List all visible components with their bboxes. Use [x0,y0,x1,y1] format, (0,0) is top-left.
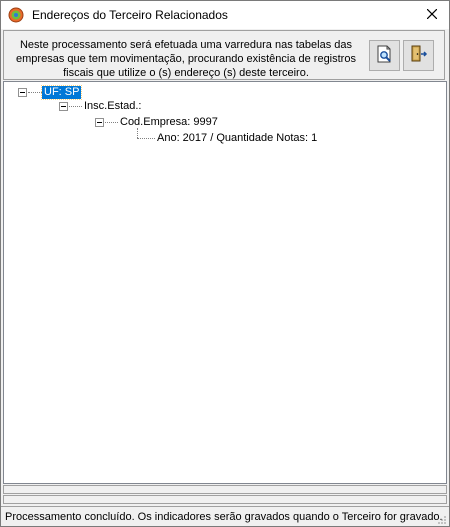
info-message: Neste processamento será efetuada uma va… [16,39,356,79]
tree-level1-expander[interactable] [59,102,68,111]
dialog-window: Endereços do Terceiro Relacionados Neste… [0,0,450,527]
tree-node-insc-estad[interactable]: Insc.Estad.: [82,100,143,113]
tree-root-expander[interactable] [18,88,27,97]
search-document-button[interactable] [369,40,400,71]
tree-node-ano[interactable]: Ano: 2017 / Quantidade Notas: 1 [155,132,319,145]
tree-level2-expander[interactable] [95,118,104,127]
title-bar[interactable]: Endereços do Terceiro Relacionados [1,1,449,29]
status-bar: Processamento concluído. Os indicadores … [1,506,449,526]
exit-door-icon [409,44,429,67]
document-search-icon [375,44,395,67]
addresses-tree[interactable]: UF: SP Insc.Estad.: Cod.Empresa: 9997 An… [3,81,447,484]
app-globe-icon [8,7,24,23]
exit-button[interactable] [403,40,434,71]
status-message: Processamento concluído. Os indicadores … [5,511,443,523]
resize-grip-icon[interactable] [437,515,447,525]
close-icon [426,8,438,22]
close-button[interactable] [415,1,449,29]
tree-node-uf[interactable]: UF: SP [40,85,83,100]
tree-node-cod-empresa[interactable]: Cod.Empresa: 9997 [118,116,220,129]
window-title: Endereços do Terceiro Relacionados [32,8,228,22]
progress-bar-2 [3,495,447,504]
progress-bar-1 [3,485,447,494]
info-panel: Neste processamento será efetuada uma va… [3,30,445,80]
